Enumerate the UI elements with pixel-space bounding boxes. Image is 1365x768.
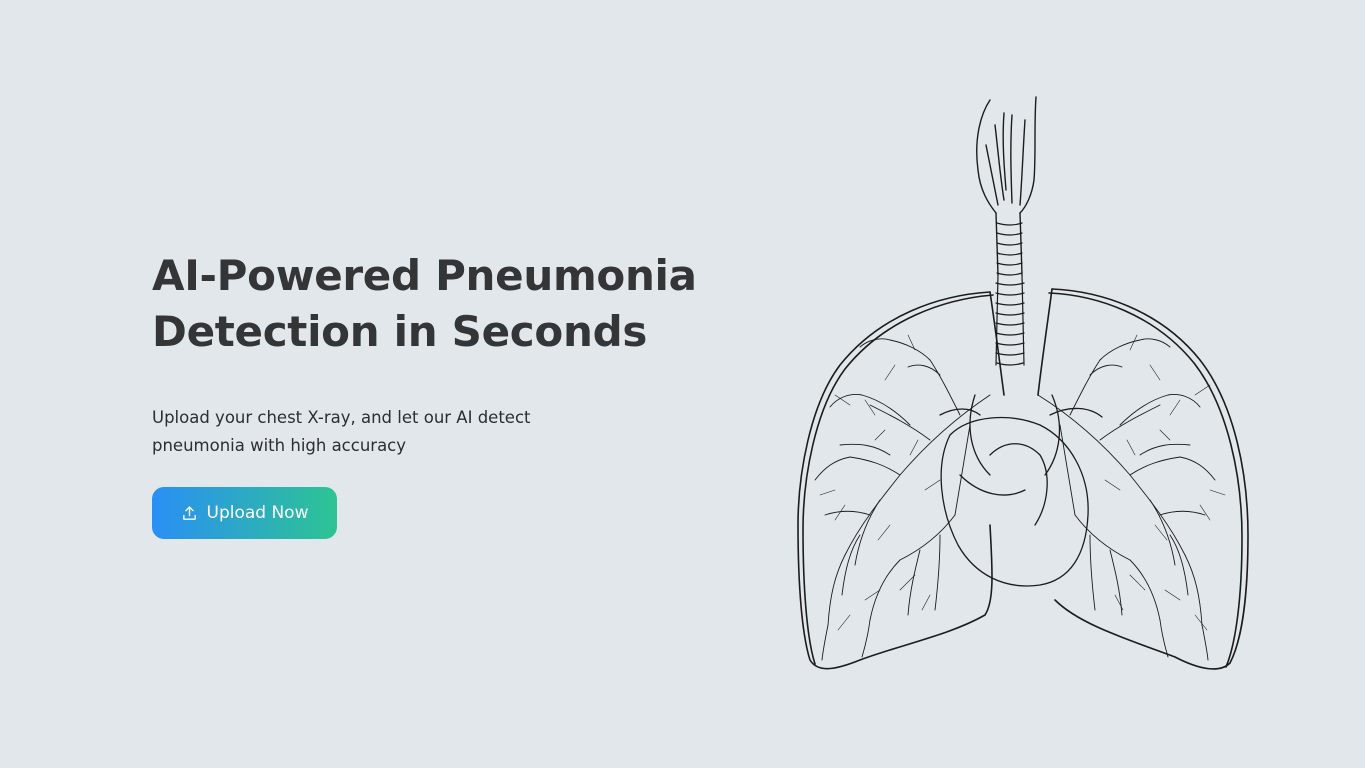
hero-title-line-2: Detection in Seconds bbox=[152, 307, 648, 356]
hero-subtitle: Upload your chest X-ray, and let our AI … bbox=[152, 408, 531, 455]
hero-title: AI-Powered Pneumonia Detection in Second… bbox=[152, 248, 742, 360]
lungs-illustration bbox=[797, 96, 1249, 670]
hero-section: AI-Powered Pneumonia Detection in Second… bbox=[152, 248, 742, 460]
hero-title-line-1: AI-Powered Pneumonia bbox=[152, 251, 697, 300]
upload-button-label: Upload Now bbox=[206, 503, 309, 523]
upload-now-button[interactable]: Upload Now bbox=[152, 487, 337, 539]
upload-icon bbox=[181, 505, 198, 522]
landing-page: AI-Powered Pneumonia Detection in Second… bbox=[0, 0, 1365, 768]
